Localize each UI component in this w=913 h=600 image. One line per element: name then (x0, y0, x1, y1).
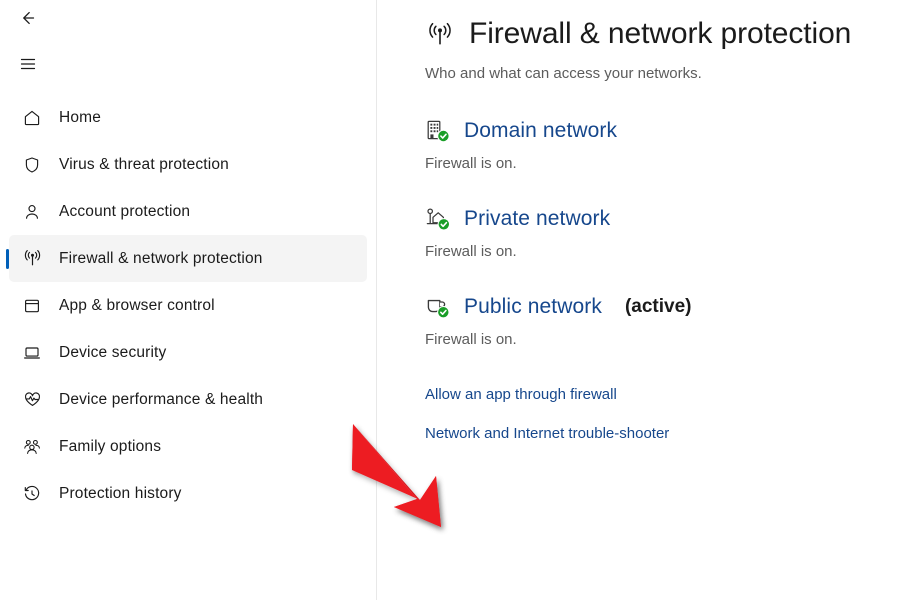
section-link-domain-network[interactable]: Domain network (464, 119, 617, 143)
active-network-badge: (active) (624, 295, 692, 317)
green-check-badge (438, 130, 449, 141)
home-icon (19, 108, 45, 128)
sidebar-item-device-security[interactable]: Device security (9, 329, 367, 376)
section-status: Firewall is on. (425, 330, 517, 348)
building-icon (425, 118, 451, 144)
green-check-badge (438, 306, 449, 317)
sidebar-item-label: Device security (59, 343, 167, 361)
main-content: Firewall & network protection Who and wh… (377, 0, 913, 600)
window-icon (19, 296, 45, 316)
sidebar-item-label: Family options (59, 437, 162, 455)
section-domain-network: Domain network Firewall is on. (425, 118, 913, 172)
section-status: Firewall is on. (425, 242, 517, 260)
coffee-cup-icon (425, 294, 451, 320)
section-link-private-network[interactable]: Private network (464, 207, 610, 231)
person-icon (19, 202, 45, 222)
related-links: Allow an app through firewall Network an… (425, 386, 913, 442)
heart-pulse-icon (19, 389, 45, 410)
sidebar: Home Virus & threat protection Account p… (0, 0, 377, 600)
shield-icon (19, 155, 45, 175)
sidebar-item-label: Firewall & network protection (59, 249, 263, 267)
sidebar-item-app-browser-control[interactable]: App & browser control (9, 282, 367, 329)
section-private-network: Private network Firewall is on. (425, 206, 913, 260)
sidebar-item-label: Virus & threat protection (59, 155, 229, 173)
section-status: Firewall is on. (425, 154, 517, 172)
section-header: Public network (active) (425, 294, 913, 320)
sidebar-item-label: Protection history (59, 484, 182, 502)
broadcast-icon (19, 248, 45, 269)
link-network-internet-troubleshooter[interactable]: Network and Internet trouble-shooter (425, 425, 669, 442)
sidebar-item-label: Device performance & health (59, 390, 264, 408)
sidebar-item-label: Account protection (59, 202, 191, 220)
section-header: Private network (425, 206, 913, 232)
sidebar-item-firewall-network-protection[interactable]: Firewall & network protection (9, 235, 367, 282)
sidebar-nav-list: Home Virus & threat protection Account p… (0, 94, 376, 517)
page-title: Firewall & network protection (469, 17, 852, 50)
section-header: Domain network (425, 118, 913, 144)
back-button[interactable] (8, 4, 48, 36)
section-public-network: Public network (active) Firewall is on. (425, 294, 913, 348)
sidebar-item-label: Home (59, 108, 101, 126)
sidebar-item-device-performance-health[interactable]: Device performance & health (9, 376, 367, 423)
section-link-public-network[interactable]: Public network (464, 295, 602, 319)
laptop-icon (19, 343, 45, 363)
sidebar-item-protection-history[interactable]: Protection history (9, 470, 367, 517)
sidebar-item-family-options[interactable]: Family options (9, 423, 367, 470)
home-network-icon (425, 206, 451, 232)
back-arrow-icon (18, 8, 38, 33)
sidebar-item-account-protection[interactable]: Account protection (9, 188, 367, 235)
windows-security-window: Home Virus & threat protection Account p… (0, 0, 913, 600)
history-clock-icon (19, 484, 45, 504)
sidebar-item-home[interactable]: Home (9, 94, 367, 141)
hamburger-menu-icon (18, 54, 38, 79)
broadcast-icon (425, 20, 455, 50)
link-allow-app-through-firewall[interactable]: Allow an app through firewall (425, 386, 617, 403)
sidebar-item-virus-threat-protection[interactable]: Virus & threat protection (9, 141, 367, 188)
page-subtitle: Who and what can access your networks. (425, 65, 702, 82)
sidebar-item-label: App & browser control (59, 296, 215, 314)
green-check-badge (438, 218, 449, 229)
hamburger-menu-button[interactable] (8, 50, 48, 82)
network-sections: Domain network Firewall is on. Private n… (425, 118, 913, 348)
people-icon (19, 436, 45, 457)
page-header: Firewall & network protection (425, 17, 913, 50)
